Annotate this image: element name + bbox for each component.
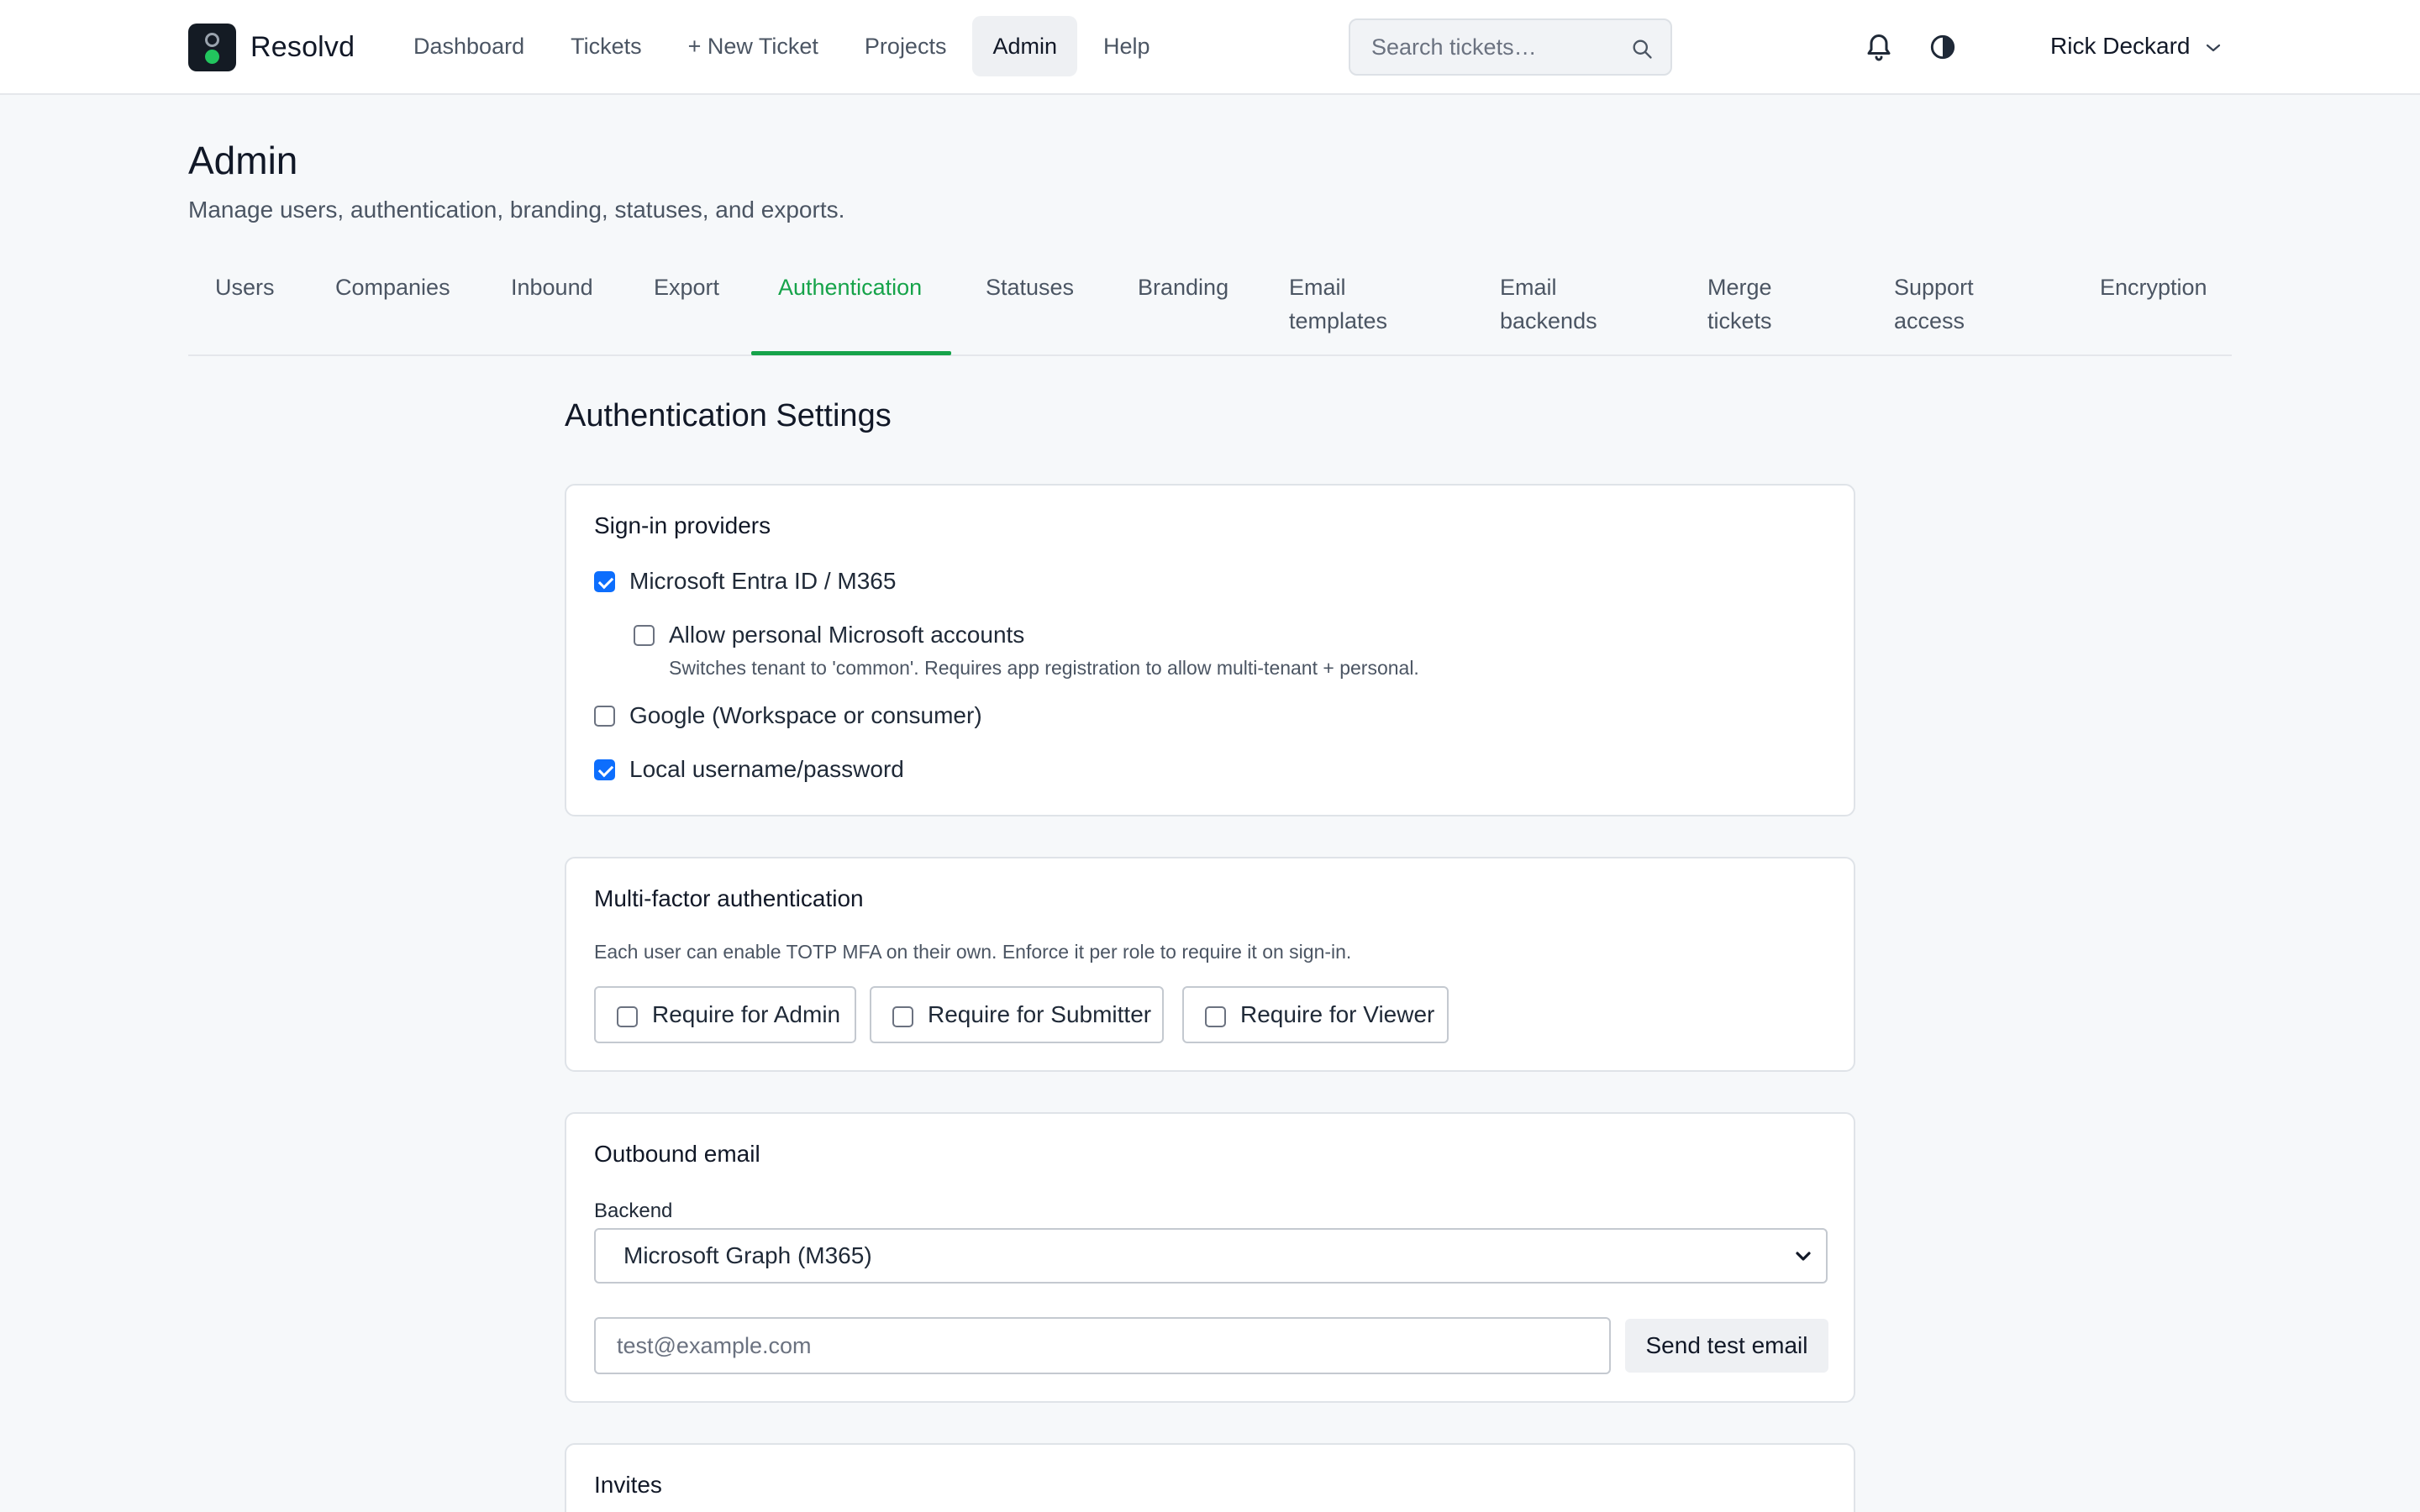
nav-dashboard[interactable]: Dashboard: [393, 16, 544, 76]
nav-admin[interactable]: Admin: [972, 16, 1077, 76]
tab-support-access[interactable]: Support access: [1894, 259, 2003, 356]
checkbox-label: Require for Submitter: [928, 1001, 1152, 1027]
page-title: Admin: [188, 139, 298, 182]
brand[interactable]: Resolvd: [188, 23, 355, 71]
user-name: Rick Deckard: [2050, 33, 2191, 59]
checkbox-label: Require for Viewer: [1240, 1001, 1435, 1027]
outbound-email-card: Outbound email Backend Microsoft Graph (…: [565, 1112, 1855, 1403]
tab-merge-tickets[interactable]: Merge tickets: [1707, 259, 1808, 356]
page-subtitle: Manage users, authentication, branding, …: [188, 197, 845, 223]
section-title: Authentication Settings: [565, 398, 892, 433]
personal-ms-hint: Switches tenant to 'common'. Requires ap…: [669, 657, 1419, 679]
mfa-description: Each user can enable TOTP MFA on their o…: [594, 941, 1352, 963]
personal-ms-accounts-checkbox[interactable]: Allow personal Microsoft accounts: [634, 622, 1024, 648]
require-mfa-admin-toggle[interactable]: Require for Admin: [594, 986, 856, 1043]
checkbox[interactable]: [892, 1005, 913, 1027]
checkbox-label: Microsoft Entra ID / M365: [629, 568, 897, 594]
top-navbar: Resolvd Dashboard Tickets + New Ticket P…: [0, 0, 2420, 95]
backend-label: Backend: [594, 1200, 673, 1222]
bell-icon[interactable]: [1864, 30, 1894, 64]
local-provider-checkbox[interactable]: Local username/password: [594, 756, 904, 783]
tab-export[interactable]: Export: [654, 259, 738, 356]
tab-branding[interactable]: Branding: [1138, 259, 1247, 356]
tab-authentication[interactable]: Authentication: [778, 259, 946, 356]
require-mfa-submitter-toggle[interactable]: Require for Submitter: [870, 986, 1164, 1043]
search-icon[interactable]: [1630, 37, 1654, 60]
checkbox-label: Google (Workspace or consumer): [629, 702, 982, 728]
invites-card: Invites: [565, 1443, 1855, 1512]
active-tab-indicator: [751, 351, 951, 355]
nav-tickets[interactable]: Tickets: [550, 16, 662, 76]
tab-users[interactable]: Users: [215, 259, 291, 356]
backend-select[interactable]: Microsoft Graph (M365): [594, 1228, 1828, 1284]
admin-tabs: Users Companies Inbound Export Authentic…: [188, 259, 2232, 356]
checkbox-label: Local username/password: [629, 756, 904, 782]
logo-icon: [188, 23, 236, 71]
checkbox-label: Require for Admin: [652, 1001, 841, 1027]
checkbox[interactable]: [594, 759, 615, 780]
chevron-down-icon: [2207, 44, 2221, 52]
nav-projects[interactable]: Projects: [844, 16, 967, 76]
search-box: [1349, 18, 1672, 76]
tab-inbound[interactable]: Inbound: [511, 259, 612, 356]
checkbox[interactable]: [594, 570, 615, 592]
chevron-down-icon: [1796, 1252, 1811, 1261]
nav-new-ticket[interactable]: + New Ticket: [668, 16, 839, 76]
tab-companies[interactable]: Companies: [335, 259, 470, 356]
card-title: Invites: [594, 1472, 662, 1498]
checkbox[interactable]: [634, 624, 655, 646]
checkbox[interactable]: [617, 1005, 638, 1027]
require-mfa-viewer-toggle[interactable]: Require for Viewer: [1182, 986, 1449, 1043]
card-title: Sign-in providers: [594, 512, 771, 538]
checkbox[interactable]: [594, 705, 615, 727]
send-test-email-button[interactable]: Send test email: [1625, 1319, 1828, 1373]
main-nav: Dashboard Tickets + New Ticket Projects …: [393, 15, 1176, 77]
search-input[interactable]: [1350, 20, 1670, 74]
tab-encryption[interactable]: Encryption: [2100, 259, 2226, 356]
tab-email-backends[interactable]: Email backends: [1500, 259, 1626, 356]
microsoft-provider-checkbox[interactable]: Microsoft Entra ID / M365: [594, 568, 896, 595]
checkbox[interactable]: [1205, 1005, 1226, 1027]
brand-name: Resolvd: [250, 30, 355, 63]
google-provider-checkbox[interactable]: Google (Workspace or consumer): [594, 702, 982, 729]
checkbox-label: Allow personal Microsoft accounts: [669, 622, 1025, 648]
signin-providers-card: Sign-in providers Microsoft Entra ID / M…: [565, 484, 1855, 816]
card-title: Multi-factor authentication: [594, 885, 864, 911]
card-title: Outbound email: [594, 1141, 760, 1167]
nav-help[interactable]: Help: [1083, 16, 1171, 76]
tab-email-templates[interactable]: Email templates: [1289, 259, 1415, 356]
tab-statuses[interactable]: Statuses: [986, 259, 1095, 356]
mfa-card: Multi-factor authentication Each user ca…: [565, 857, 1855, 1072]
test-email-input[interactable]: [594, 1317, 1611, 1374]
theme-toggle-icon[interactable]: [1929, 34, 1956, 60]
backend-selected-value: Microsoft Graph (M365): [623, 1242, 872, 1268]
user-menu[interactable]: Rick Deckard: [2050, 20, 2222, 72]
